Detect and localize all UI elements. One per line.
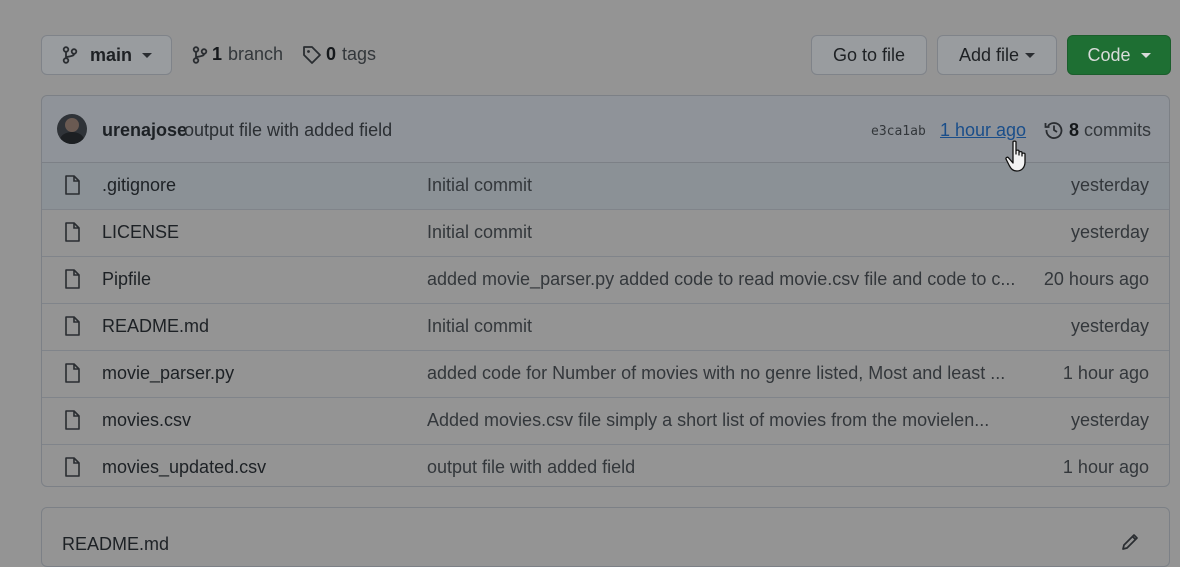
- commit-hash[interactable]: e3ca1ab: [871, 124, 926, 139]
- branches-link[interactable]: 1 branch: [192, 44, 283, 65]
- file-rows: .gitignore Initial commit yesterday LICE…: [42, 163, 1169, 491]
- file-name-link[interactable]: movies_updated.csv: [102, 457, 266, 478]
- chevron-down-icon: [142, 52, 153, 58]
- commit-message[interactable]: output file with added field: [184, 120, 392, 141]
- avatar[interactable]: [57, 114, 87, 144]
- branch-icon: [62, 46, 78, 64]
- file-name-link[interactable]: LICENSE: [102, 222, 179, 243]
- file-icon: [64, 457, 80, 482]
- file-commit-message[interactable]: added code for Number of movies with no …: [427, 363, 1005, 384]
- file-commit-message[interactable]: added movie_parser.py added code to read…: [427, 269, 1015, 290]
- add-file-label: Add file: [958, 44, 1020, 65]
- table-row[interactable]: movies.csv Added movies.csv file simply …: [42, 397, 1169, 444]
- latest-commit-bar: urenajose output file with added field e…: [42, 96, 1169, 163]
- commit-time-link[interactable]: 1 hour ago: [940, 120, 1026, 141]
- table-row[interactable]: LICENSE Initial commit yesterday: [42, 209, 1169, 256]
- branches-count: 1: [212, 44, 223, 64]
- file-icon: [64, 316, 80, 341]
- file-commit-message[interactable]: output file with added field: [427, 457, 635, 478]
- file-commit-message[interactable]: Initial commit: [427, 316, 532, 337]
- tags-label: tags: [342, 44, 377, 64]
- chevron-down-icon: [1140, 52, 1151, 58]
- branch-icon: [192, 45, 208, 64]
- chevron-down-icon: [1025, 52, 1036, 58]
- code-label: Code: [1087, 44, 1131, 65]
- file-age: 1 hour ago: [1062, 363, 1149, 383]
- file-age: yesterday: [1070, 410, 1149, 430]
- tags-count: 0: [326, 44, 337, 64]
- file-age: 20 hours ago: [1043, 269, 1149, 289]
- branch-name: main: [90, 44, 133, 65]
- pencil-icon[interactable]: [1120, 532, 1140, 557]
- file-age: yesterday: [1070, 222, 1149, 242]
- table-row[interactable]: README.md Initial commit yesterday: [42, 303, 1169, 350]
- readme-box: README.md: [41, 507, 1170, 567]
- history-icon[interactable]: [1044, 120, 1064, 145]
- file-name-link[interactable]: .gitignore: [102, 175, 176, 196]
- go-to-file-button[interactable]: Go to file: [811, 35, 927, 75]
- tag-icon: [302, 45, 322, 65]
- branch-select-button[interactable]: main: [41, 35, 172, 75]
- table-row[interactable]: Pipfile added movie_parser.py added code…: [42, 256, 1169, 303]
- file-commit-message[interactable]: Added movies.csv file simply a short lis…: [427, 410, 989, 431]
- file-name-link[interactable]: Pipfile: [102, 269, 151, 290]
- branches-label: branch: [228, 44, 284, 64]
- file-commit-message[interactable]: Initial commit: [427, 222, 532, 243]
- table-row[interactable]: movie_parser.py added code for Number of…: [42, 350, 1169, 397]
- file-name-link[interactable]: movies.csv: [102, 410, 191, 431]
- tags-link[interactable]: 0 tags: [302, 44, 376, 65]
- commit-author[interactable]: urenajose: [102, 120, 187, 141]
- table-row[interactable]: movies_updated.csv output file with adde…: [42, 444, 1169, 491]
- file-name-link[interactable]: movie_parser.py: [102, 363, 234, 384]
- file-age: yesterday: [1070, 316, 1149, 336]
- go-to-file-label: Go to file: [832, 44, 906, 65]
- file-icon: [64, 269, 80, 294]
- file-icon: [64, 175, 80, 200]
- code-button[interactable]: Code: [1067, 35, 1171, 75]
- file-icon: [64, 222, 80, 247]
- readme-title: README.md: [62, 534, 170, 554]
- commits-link[interactable]: 8 commits: [1069, 120, 1151, 141]
- file-icon: [64, 363, 80, 388]
- file-icon: [64, 410, 80, 435]
- commits-count: 8: [1069, 120, 1080, 140]
- table-row[interactable]: .gitignore Initial commit yesterday: [42, 163, 1169, 209]
- file-list-box: urenajose output file with added field e…: [41, 95, 1170, 487]
- file-age: 1 hour ago: [1062, 457, 1149, 477]
- commits-label: commits: [1084, 120, 1152, 140]
- file-name-link[interactable]: README.md: [102, 316, 209, 337]
- add-file-button[interactable]: Add file: [937, 35, 1057, 75]
- pointer-cursor-icon: [1005, 140, 1033, 174]
- file-commit-message[interactable]: Initial commit: [427, 175, 532, 196]
- file-age: yesterday: [1070, 175, 1149, 195]
